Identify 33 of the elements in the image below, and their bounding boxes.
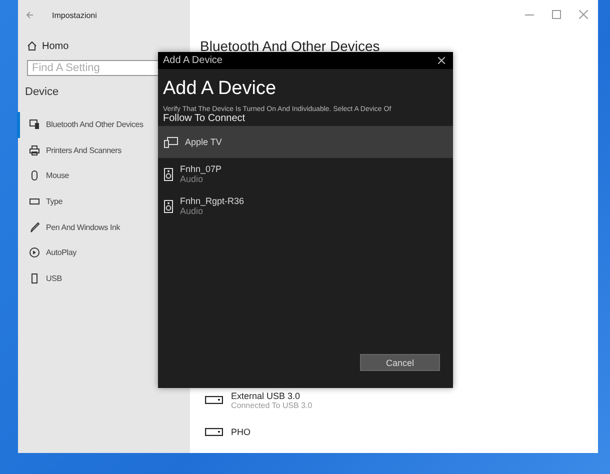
mouse-icon <box>29 170 40 182</box>
sidebar-item[interactable]: AutoPlay <box>17 240 190 266</box>
device-name: Fnhn_07P <box>180 164 222 174</box>
sidebar-item[interactable]: USB <box>17 266 190 292</box>
speaker-icon <box>164 168 173 180</box>
device-type: Audio <box>180 206 204 216</box>
device-type: Audio <box>180 174 204 184</box>
keyboard-icon <box>29 196 40 208</box>
maximize-icon[interactable] <box>552 10 561 19</box>
cancel-button[interactable]: Cancel <box>360 354 440 371</box>
usb-drive-icon <box>29 272 40 284</box>
close-icon[interactable] <box>438 57 445 64</box>
disc-icon <box>29 247 40 258</box>
home-link[interactable]: Homo <box>27 39 69 53</box>
device-name: Fnhn_Rgpt-R36 <box>180 196 244 206</box>
dialog-heading: Add A Device <box>163 78 278 100</box>
pen-icon <box>29 222 40 233</box>
back-arrow-icon[interactable] <box>26 11 34 19</box>
display-icon <box>164 136 178 148</box>
drive-icon <box>205 428 223 436</box>
device-list-item[interactable]: Fnhn_07P Audio <box>158 158 453 190</box>
device-name: External USB 3.0 <box>231 390 302 400</box>
speaker-icon <box>164 200 173 212</box>
device-name: PHO <box>231 427 251 437</box>
page-title: Bluetooth And Other Devices <box>200 38 381 54</box>
window-title: Impostazioni <box>52 10 97 20</box>
home-icon <box>27 41 37 51</box>
devices-icon <box>29 119 40 130</box>
drive-icon <box>205 396 223 404</box>
device-status: Connected To USB 3.0 <box>231 400 312 410</box>
device-name: Apple TV <box>185 137 222 147</box>
printer-icon <box>29 144 40 156</box>
device-list-item[interactable]: Apple TV <box>158 126 453 158</box>
